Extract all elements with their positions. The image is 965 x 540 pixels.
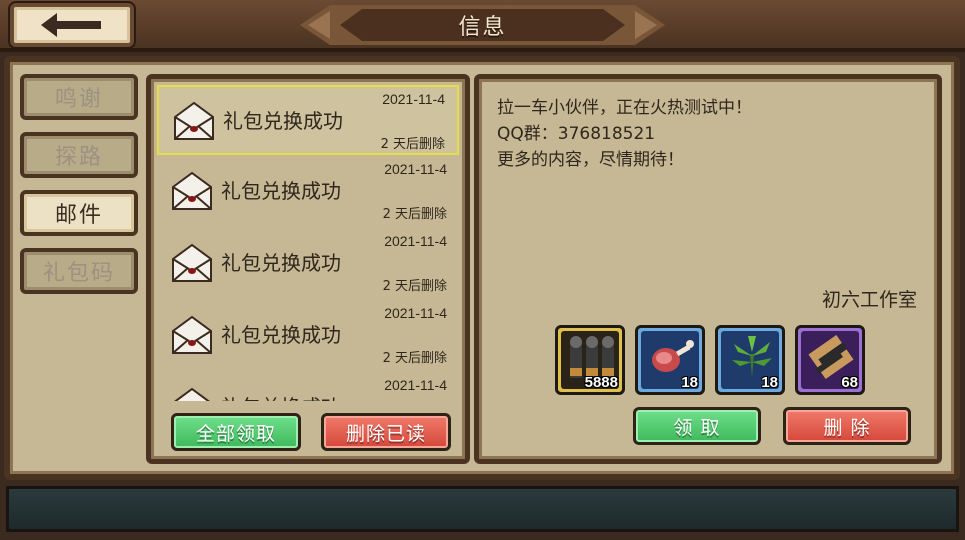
- mail-title: 礼包兑换成功: [221, 391, 341, 401]
- mail-date: 2021-11-4: [384, 305, 447, 321]
- reward-count: 18: [761, 374, 778, 391]
- message-line: 拉一车小伙伴，正在火热测试中！: [497, 98, 752, 118]
- bottom-panel: [6, 486, 959, 532]
- tab-mail[interactable]: 邮件: [20, 190, 138, 236]
- mail-item[interactable]: 礼包兑换成功 2021-11-4 2 天后删除: [157, 85, 459, 155]
- top-bar: 信息: [0, 0, 965, 52]
- envelope-icon: [172, 315, 212, 354]
- mail-item[interactable]: 礼包兑换成功 2021-11-4: [157, 373, 459, 401]
- mail-date: 2021-11-4: [382, 91, 445, 107]
- tab-explore[interactable]: 探路: [20, 132, 138, 178]
- claim-all-button[interactable]: 全部领取: [171, 413, 301, 451]
- envelope-icon: [174, 101, 214, 140]
- mail-title: 礼包兑换成功: [221, 179, 341, 203]
- reward-slot[interactable]: 18: [715, 325, 785, 395]
- mail-title: 礼包兑换成功: [221, 323, 341, 347]
- mail-date: 2021-11-4: [384, 233, 447, 249]
- reward-count: 68: [841, 374, 858, 391]
- reward-count: 18: [681, 374, 698, 391]
- page-title: 信息: [458, 15, 507, 40]
- tab-gift-code[interactable]: 礼包码: [20, 248, 138, 294]
- reward-slot[interactable]: 68: [795, 325, 865, 395]
- mail-title: 礼包兑换成功: [221, 251, 341, 275]
- mail-item[interactable]: 礼包兑换成功 2021-11-4 2 天后删除: [157, 301, 459, 371]
- mail-expire: 2 天后删除: [382, 279, 447, 294]
- mail-expire: 2 天后删除: [382, 351, 447, 366]
- mail-detail-panel: 拉一车小伙伴，正在火热测试中！ QQ群：376818521 更多的内容，尽情期待…: [474, 74, 942, 464]
- mail-list-panel: 礼包兑换成功 2021-11-4 2 天后删除 礼包兑换成功 2021-11-4…: [146, 74, 470, 464]
- mail-expire: 2 天后删除: [380, 137, 445, 152]
- message-line: 更多的内容，尽情期待！: [497, 150, 684, 170]
- delete-button[interactable]: 删 除: [783, 407, 911, 445]
- mail-list[interactable]: 礼包兑换成功 2021-11-4 2 天后删除 礼包兑换成功 2021-11-4…: [151, 79, 465, 401]
- claim-button[interactable]: 领 取: [633, 407, 761, 445]
- envelope-icon: [174, 387, 210, 401]
- reward-slot[interactable]: 5888: [555, 325, 625, 395]
- envelope-icon: [172, 243, 212, 282]
- mail-date: 2021-11-4: [384, 161, 447, 177]
- mail-title: 礼包兑换成功: [223, 109, 343, 133]
- arrow-left-icon: [41, 13, 101, 37]
- message-line: QQ群：376818521: [497, 124, 656, 144]
- reward-slot[interactable]: 18: [635, 325, 705, 395]
- bottom-bar: [0, 480, 965, 540]
- envelope-icon: [172, 171, 212, 210]
- mail-expire: 2 天后删除: [382, 207, 447, 222]
- tab-thanks[interactable]: 鸣谢: [20, 74, 138, 120]
- signature: 初六工作室: [821, 289, 917, 311]
- mail-item[interactable]: 礼包兑换成功 2021-11-4 2 天后删除: [157, 157, 459, 227]
- delete-read-button[interactable]: 删除已读: [321, 413, 451, 451]
- mail-date: 2021-11-4: [384, 377, 447, 393]
- title-plaque: 信息: [300, 3, 665, 47]
- mail-item[interactable]: 礼包兑换成功 2021-11-4 2 天后删除: [157, 229, 459, 299]
- back-button[interactable]: [10, 3, 134, 47]
- reward-count: 5888: [584, 374, 618, 391]
